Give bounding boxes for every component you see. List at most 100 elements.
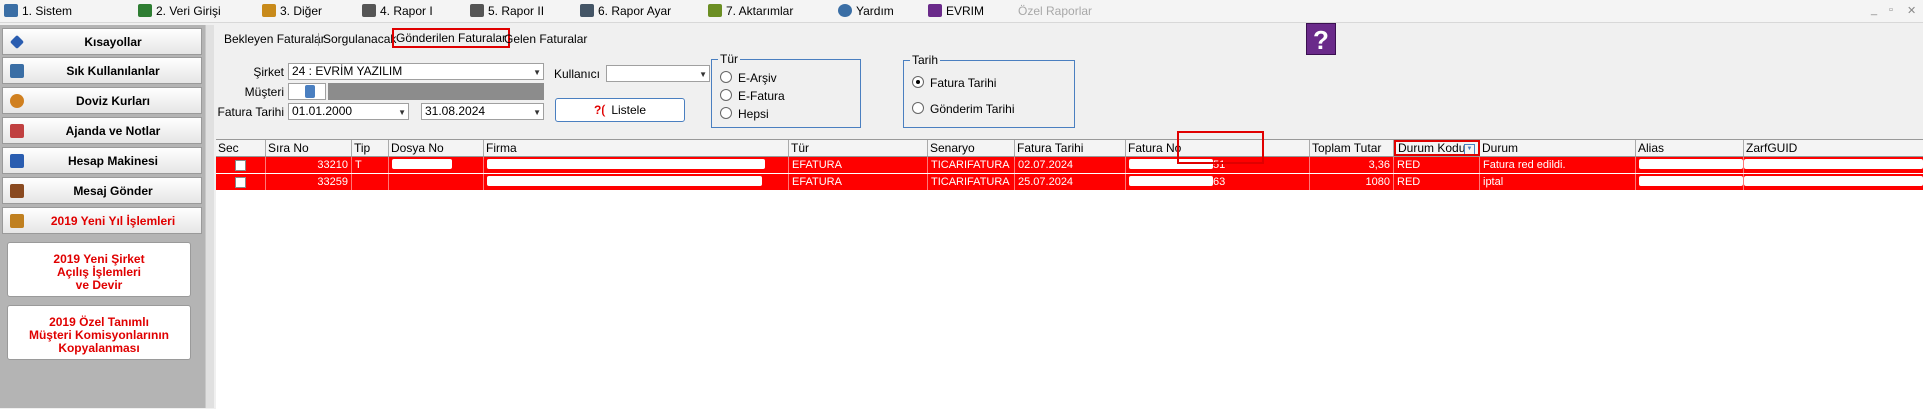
- col-sira-no[interactable]: Sıra No: [266, 140, 352, 156]
- cell-durum-kodu: RED: [1394, 157, 1480, 173]
- yeni-sirket-box[interactable]: 2019 Yeni Şirket Açılış İşlemleri ve Dev…: [7, 242, 191, 297]
- col-alias[interactable]: Alias: [1636, 140, 1744, 156]
- radio-e-arsiv[interactable]: E-Arşiv: [720, 71, 777, 85]
- kullanici-select[interactable]: ▼: [606, 65, 710, 82]
- sidebar-doviz-kurlari[interactable]: Doviz Kurları: [2, 87, 202, 114]
- cell-tip: [352, 174, 389, 190]
- cell-senaryo: TICARIFATURA: [928, 157, 1015, 173]
- tab-gelen[interactable]: Gelen Faturalar: [504, 30, 587, 48]
- calculator-icon: [10, 154, 24, 168]
- col-dosya-no[interactable]: Dosya No: [389, 140, 484, 156]
- tab-gonderilen[interactable]: Gönderilen Faturalar: [392, 28, 511, 48]
- report-settings-icon: [580, 4, 594, 17]
- col-durum-kodu[interactable]: Durum Kodu ▼: [1394, 140, 1480, 156]
- sidebar-mesaj-gonder[interactable]: Mesaj Gönder: [2, 177, 202, 204]
- menu-sistem[interactable]: 1. Sistem: [4, 3, 72, 19]
- date-to-picker[interactable]: 31.08.2024 ▼: [421, 103, 544, 120]
- musteri-label: Müşteri: [244, 85, 284, 99]
- listele-button[interactable]: ?⟮ Listele: [555, 98, 685, 122]
- musteri-name-field: [328, 83, 544, 100]
- redacted-block: [1129, 159, 1213, 169]
- row-select-checkbox[interactable]: [216, 174, 266, 190]
- sidebar-ajanda[interactable]: Ajanda ve Notlar: [2, 117, 202, 144]
- tab-sorgulanacak[interactable]: Sorgulanacak: [323, 30, 396, 48]
- cell-sira-no: 33210: [266, 157, 352, 173]
- main-content: Bekleyen Faturalar Sorgulanacak Gönderil…: [214, 23, 1923, 409]
- menu-rapor-1[interactable]: 4. Rapor I: [362, 3, 433, 19]
- menu-yardim[interactable]: Yardım: [838, 3, 894, 19]
- minimize-button[interactable]: _: [1871, 4, 1877, 16]
- col-fatura-tarihi[interactable]: Fatura Tarihi: [1015, 140, 1126, 156]
- redacted-block: [1639, 176, 1743, 186]
- agenda-icon: [10, 124, 24, 138]
- sidebar-yeni-yil[interactable]: 2019 Yeni Yıl İşlemleri: [2, 207, 202, 234]
- menu-rapor-ayar[interactable]: 6. Rapor Ayar: [580, 3, 671, 19]
- col-durum[interactable]: Durum: [1480, 140, 1636, 156]
- filter-icon[interactable]: ▼: [1464, 144, 1475, 154]
- cell-dosya-no: [389, 174, 484, 190]
- table-row[interactable]: 33259 EFATURA TICARIFATURA 25.07.2024 63…: [216, 174, 1923, 190]
- col-tur[interactable]: Tür: [789, 140, 928, 156]
- menu-diger[interactable]: 3. Diğer: [262, 3, 322, 19]
- lookup-icon[interactable]: [305, 85, 315, 98]
- sidebar-kisayollar[interactable]: Kısayollar: [2, 28, 202, 55]
- cell-alias: [1636, 174, 1744, 190]
- cell-durum: Fatura red edildi.: [1480, 157, 1636, 173]
- date-from-picker[interactable]: 01.01.2000 ▼: [288, 103, 409, 120]
- radio-circle-selected: [912, 76, 924, 88]
- sirket-select[interactable]: 24 : EVRİM YAZILIM ▼: [288, 63, 544, 80]
- close-button[interactable]: ✕: [1907, 4, 1916, 17]
- cell-firma: [484, 174, 789, 190]
- data-entry-icon: [138, 4, 152, 17]
- sidebar-sik-kullanilanlar[interactable]: Sık Kullanılanlar: [2, 57, 202, 84]
- row-select-checkbox[interactable]: [216, 157, 266, 173]
- grid-header: Sec Sıra No Tip Dosya No Firma Tür Senar…: [216, 140, 1923, 157]
- menu-evrim[interactable]: EVRIM: [928, 3, 984, 19]
- cell-toplam-tutar: 3,36: [1310, 157, 1394, 173]
- col-zarf-guid[interactable]: ZarfGUID: [1744, 140, 1923, 156]
- query-icon: ?⟮: [593, 103, 606, 117]
- col-senaryo[interactable]: Senaryo: [928, 140, 1015, 156]
- menu-ozel-raporlar: Özel Raporlar: [1018, 4, 1093, 18]
- col-fatura-no[interactable]: Fatura No: [1126, 140, 1310, 156]
- radio-fatura-tarihi[interactable]: Fatura Tarihi: [912, 76, 996, 90]
- chevron-down-icon: ▼: [699, 70, 707, 79]
- cell-fatura-no: 51: [1126, 157, 1310, 173]
- help-icon[interactable]: ?: [1306, 23, 1336, 55]
- redacted-block: [392, 159, 452, 169]
- col-firma[interactable]: Firma: [484, 140, 789, 156]
- redacted-block: [1639, 159, 1743, 169]
- redacted-block: [1744, 159, 1923, 169]
- cell-fatura-no: 63: [1126, 174, 1310, 190]
- radio-hepsi[interactable]: Hepsi: [720, 107, 769, 121]
- tab-bekleyen[interactable]: Bekleyen Faturalar: [224, 30, 325, 48]
- radio-circle: [912, 102, 924, 114]
- table-row[interactable]: 33210 T EFATURA TICARIFATURA 02.07.2024 …: [216, 157, 1923, 173]
- shortcut-icon: [9, 34, 25, 50]
- col-tip[interactable]: Tip: [352, 140, 389, 156]
- redacted-block: [487, 159, 765, 169]
- col-toplam-tutar[interactable]: Toplam Tutar: [1310, 140, 1394, 156]
- radio-e-fatura[interactable]: E-Fatura: [720, 89, 785, 103]
- col-sec[interactable]: Sec: [216, 140, 266, 156]
- cell-tur: EFATURA: [789, 174, 928, 190]
- cell-tur: EFATURA: [789, 157, 928, 173]
- help-icon: [838, 4, 852, 17]
- radio-gonderim-tarihi[interactable]: Gönderim Tarihi: [912, 102, 1014, 116]
- cell-durum: iptal: [1480, 174, 1636, 190]
- menu-veri-girisi[interactable]: 2. Veri Girişi: [138, 3, 221, 19]
- sirket-label: Şirket: [253, 65, 284, 79]
- menu-aktarimlar[interactable]: 7. Aktarımlar: [708, 3, 793, 19]
- restore-button[interactable]: ▫: [1889, 4, 1893, 16]
- radio-circle: [720, 89, 732, 101]
- radio-circle: [720, 107, 732, 119]
- ozel-komisyon-box[interactable]: 2019 Özel Tanımlı Müşteri Komisyonlarını…: [7, 305, 191, 360]
- cell-dosya-no: [389, 157, 484, 173]
- menu-rapor-2[interactable]: 5. Rapor II: [470, 3, 544, 19]
- checkbox-icon: [235, 177, 246, 188]
- sidebar-hesap-makinesi[interactable]: Hesap Makinesi: [2, 147, 202, 174]
- new-year-icon: [10, 214, 24, 228]
- radio-circle: [720, 71, 732, 83]
- redacted-block: [487, 176, 762, 186]
- menu-bar: 1. Sistem 2. Veri Girişi 3. Diğer 4. Rap…: [0, 0, 1923, 23]
